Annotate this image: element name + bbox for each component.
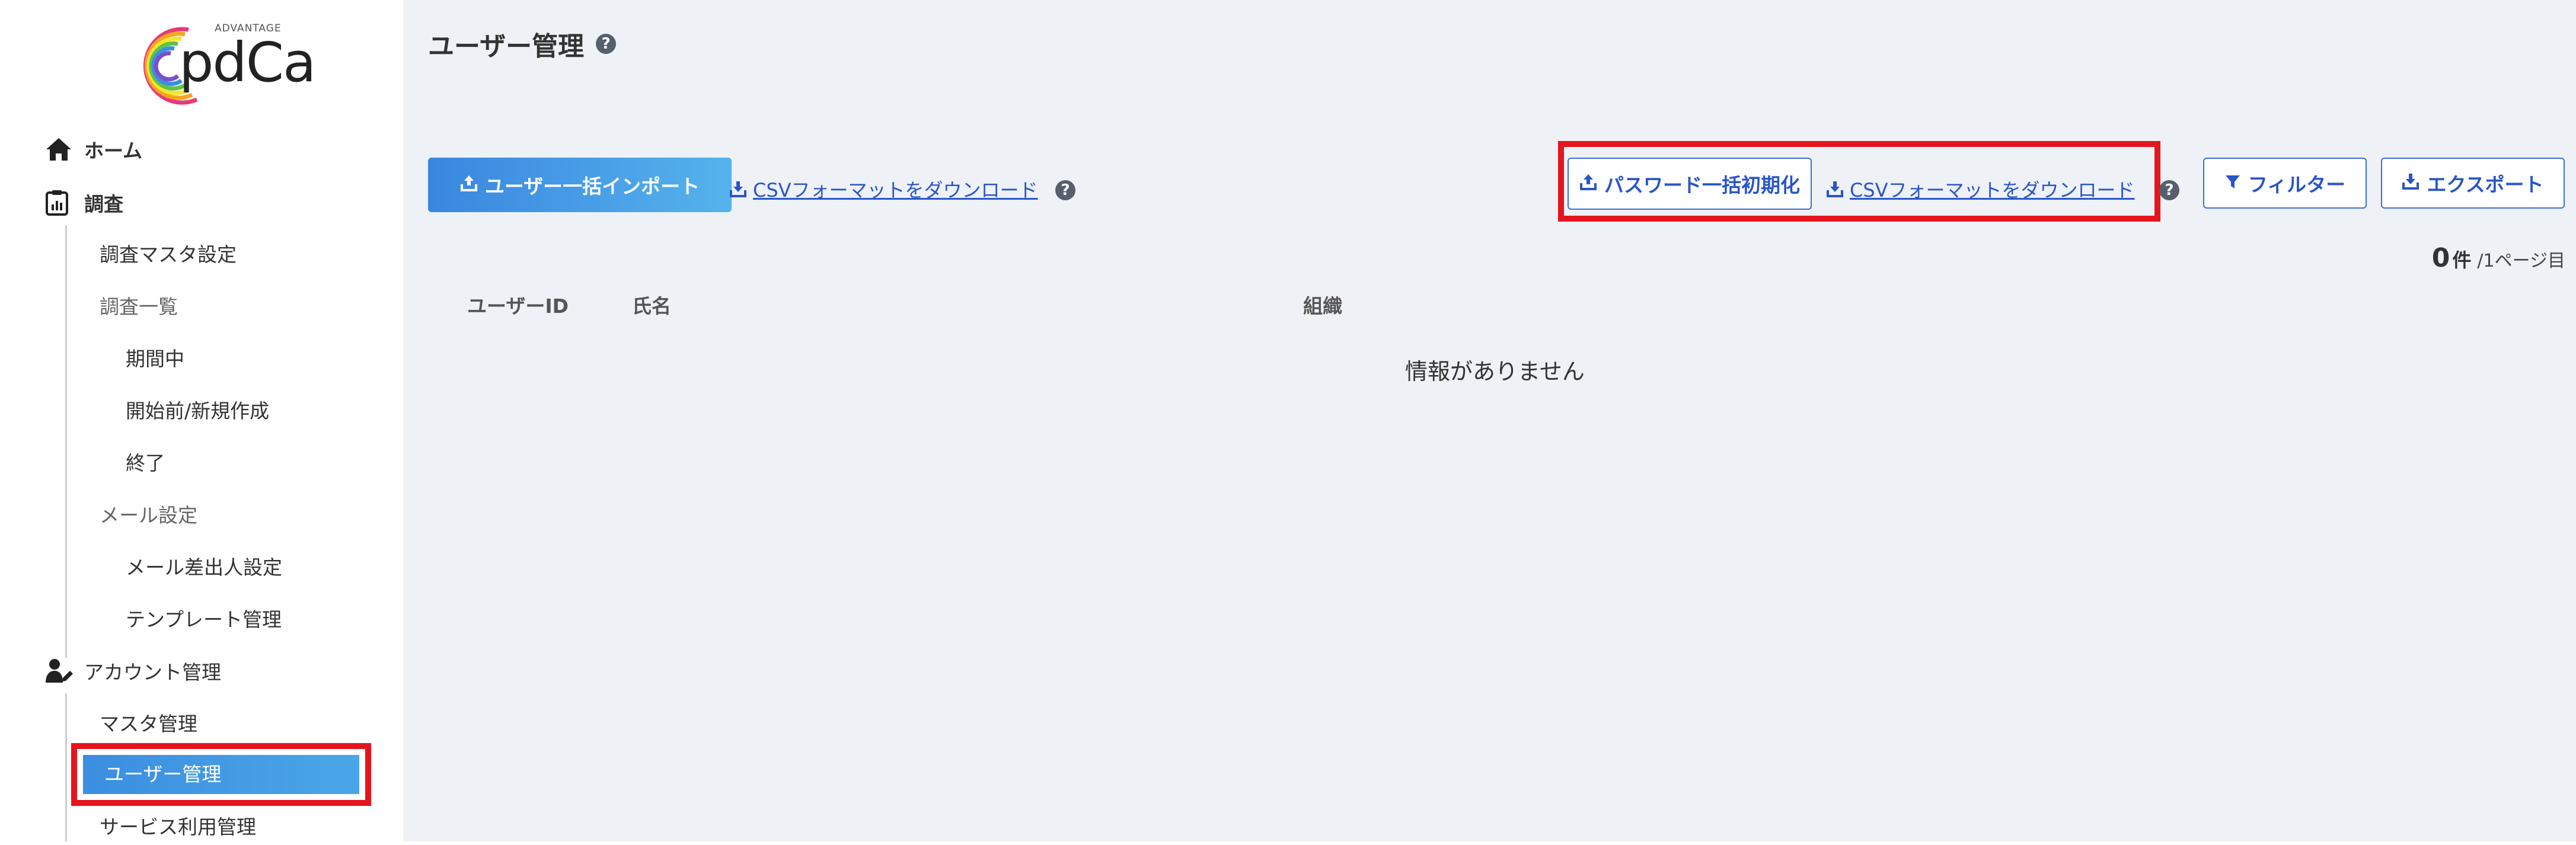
nav-before-start[interactable]: 開始前/新規作成	[126, 393, 269, 429]
page-title-text: ユーザー管理	[428, 31, 585, 62]
filter-button[interactable]: フィルター	[2203, 158, 2367, 209]
nav-user-mgmt-highlight: ユーザー管理	[71, 743, 371, 806]
nav-home-label: ホーム	[84, 139, 143, 162]
download-icon	[2402, 172, 2419, 195]
nav-account-mgmt-label: アカウント管理	[84, 661, 221, 684]
download-icon	[1826, 180, 1844, 198]
home-icon	[45, 135, 78, 164]
csv-download-link[interactable]: CSVフォーマットをダウンロード	[729, 175, 1038, 203]
clipboard-chart-icon	[45, 188, 78, 217]
nav-survey-list[interactable]: 調査一覧	[100, 289, 178, 325]
nav-survey-label: 調査	[84, 193, 123, 216]
nav-user-mgmt[interactable]: ユーザー管理	[83, 755, 359, 794]
bulk-import-button[interactable]: ユーザー一括インポート	[428, 158, 732, 212]
nav-in-progress[interactable]: 期間中	[126, 341, 184, 377]
filter-label: フィルター	[2248, 173, 2346, 196]
csv-help-icon[interactable]: ?	[1055, 180, 1075, 200]
app-logo[interactable]: ADVANTAGE pdCa	[132, 17, 316, 111]
result-count: 0 件 /1ページ目	[2432, 243, 2565, 273]
count-number: 0	[2431, 243, 2450, 273]
title-help-icon[interactable]: ?	[596, 34, 617, 54]
nav-home[interactable]: ホーム	[45, 132, 142, 167]
nav-mail-settings[interactable]: メール設定	[100, 498, 197, 533]
export-label: エクスポート	[2427, 173, 2544, 196]
empty-message: 情報がありません	[1405, 359, 1585, 385]
logo-wordmark: pdCa	[179, 31, 316, 94]
user-edit-icon	[45, 657, 78, 685]
password-bulk-reset-button[interactable]: パスワード一括初期化	[1568, 158, 1812, 210]
survey-tree-line	[65, 225, 67, 658]
download-icon	[729, 180, 747, 198]
nav-account-mgmt[interactable]: アカウント管理	[45, 653, 221, 689]
nav-survey-master[interactable]: 調査マスタ設定	[100, 237, 237, 273]
export-button[interactable]: エクスポート	[2381, 158, 2565, 209]
nav-master-mgmt[interactable]: マスタ管理	[100, 706, 197, 742]
count-unit: 件	[2452, 249, 2472, 271]
password-bulk-reset-label: パスワード一括初期化	[1604, 174, 1800, 197]
nav-template-mgmt[interactable]: テンプレート管理	[126, 602, 282, 638]
page-info: /1ページ目	[2477, 251, 2565, 271]
filter-icon	[2224, 172, 2241, 195]
account-tree-line	[65, 693, 67, 841]
column-header-organization[interactable]: 組織	[1303, 290, 1342, 319]
csv-help-icon-2[interactable]: ?	[2159, 180, 2179, 200]
nav-ended[interactable]: 終了	[126, 446, 165, 481]
bulk-import-label: ユーザー一括インポート	[484, 175, 700, 198]
csv-download-label-2: CSVフォーマットをダウンロード	[1850, 179, 2135, 201]
nav-mail-sender[interactable]: メール差出人設定	[126, 550, 282, 585]
nav-survey[interactable]: 調査	[45, 185, 123, 220]
page-title: ユーザー管理 ?	[428, 25, 617, 63]
csv-download-link-2[interactable]: CSVフォーマットをダウンロード	[1826, 175, 2135, 203]
nav-service-usage[interactable]: サービス利用管理	[100, 809, 256, 845]
column-header-name[interactable]: 氏名	[632, 290, 671, 319]
column-header-user-id[interactable]: ユーザーID	[467, 290, 569, 319]
upload-icon	[1579, 172, 1597, 196]
main-content: ユーザー管理 ? ユーザー一括インポート CSVフォーマットをダウンロード ?	[403, 0, 2576, 841]
csv-download-label: CSVフォーマットをダウンロード	[753, 179, 1038, 201]
upload-icon	[460, 174, 478, 197]
sidebar: ADVANTAGE pdCa ホーム 調査 調査マスタ設定 調査一覧 期間中 開…	[0, 0, 403, 841]
